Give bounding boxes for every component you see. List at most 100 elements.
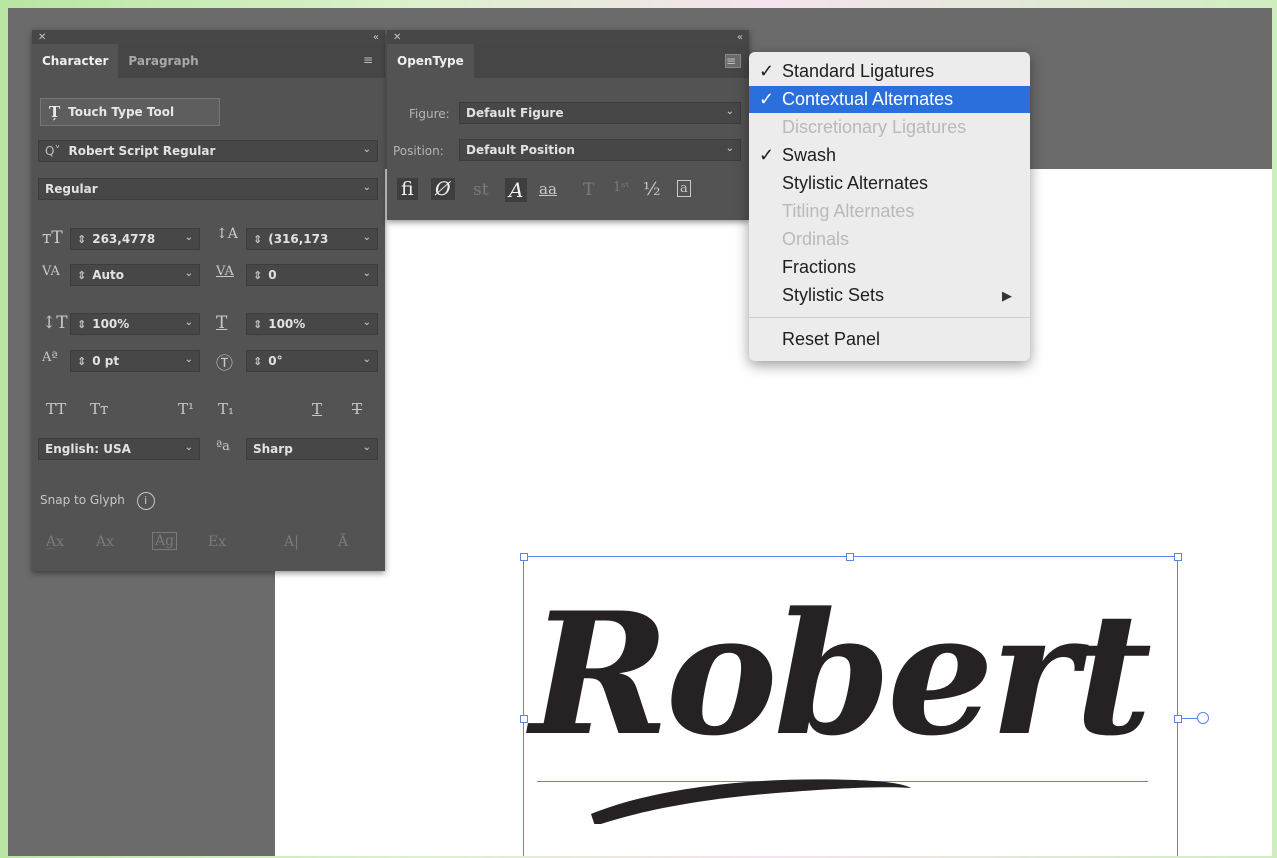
snap-icon-4[interactable]: Ex — [208, 534, 226, 550]
menu-item-stylistic-alternates[interactable]: Stylistic Alternates — [749, 170, 1030, 197]
kerning-field[interactable]: ⇕ Auto ⌄ — [70, 264, 200, 286]
info-icon[interactable]: i — [136, 492, 155, 510]
vertical-scale-field[interactable]: ⇕ 100% ⌄ — [70, 313, 200, 335]
rotation-handle[interactable] — [1197, 712, 1209, 724]
chevron-down-icon: ⌄ — [362, 268, 371, 279]
font-size-icon: тT — [42, 228, 63, 248]
chevron-down-icon: ⌄ — [725, 143, 734, 154]
tab-character[interactable]: Character — [32, 44, 119, 78]
close-icon[interactable]: ✕ — [393, 32, 401, 43]
snap-icon-2[interactable]: Ax — [96, 534, 114, 550]
snap-label-text: Snap to Glyph — [40, 493, 125, 507]
swash-button[interactable]: A — [505, 178, 528, 202]
language-value: English: USA — [45, 442, 131, 456]
tab-opentype[interactable]: OpenType — [387, 44, 474, 78]
contextual-alternates-button[interactable]: Ø — [431, 178, 455, 200]
panel-menu-icon[interactable]: ≡ — [725, 54, 741, 68]
strikethrough-icon[interactable]: T — [352, 400, 362, 418]
panel-menu-icon[interactable]: ≡ — [363, 54, 377, 66]
handle-top-right[interactable] — [1174, 553, 1182, 561]
snap-icon-6[interactable]: Ā — [338, 534, 348, 550]
menu-item-label: Fractions — [782, 257, 857, 277]
snap-to-glyph-label: Snap to Glyph i — [40, 492, 155, 510]
chevron-down-icon: ⌄ — [184, 354, 193, 365]
fractions-button[interactable]: ½ — [643, 179, 660, 200]
small-caps-icon[interactable]: Tт — [90, 400, 108, 418]
tracking-value: 0 — [268, 268, 277, 282]
menu-item-standard-ligatures[interactable]: ✓ Standard Ligatures — [749, 58, 1030, 85]
vertical-scale-value: 100% — [92, 317, 130, 331]
ordinals-button[interactable]: 1ˢᵗ — [613, 180, 629, 195]
checkmark-icon: ✓ — [759, 89, 775, 109]
discretionary-ligatures-button[interactable]: st — [473, 180, 489, 200]
menu-item-reset-panel[interactable]: Reset Panel — [749, 326, 1030, 353]
horizontal-scale-icon: T — [216, 313, 228, 333]
menu-item-stylistic-sets[interactable]: Stylistic Sets ▶ — [749, 282, 1030, 309]
font-family-select[interactable]: Q˅ Robert Script Regular ⌄ — [38, 140, 378, 162]
touch-type-button[interactable]: Ț Touch Type Tool — [40, 98, 220, 126]
leading-icon: ↕A — [216, 226, 238, 242]
handle-top-left[interactable] — [520, 553, 528, 561]
character-panel: ✕ « Character Paragraph ≡ Ț Touch Type T… — [32, 30, 385, 571]
stepper-icon: ⇕ — [77, 354, 87, 368]
stepper-icon: ⇕ — [253, 354, 263, 368]
bbox-left — [523, 556, 524, 856]
chevron-down-icon: ⌄ — [184, 317, 193, 328]
stepper-icon: ⇕ — [253, 317, 263, 331]
menu-item-label: Reset Panel — [782, 329, 881, 349]
antialias-select[interactable]: Sharp ⌄ — [246, 438, 378, 460]
chevron-down-icon: ⌄ — [362, 144, 371, 155]
tracking-icon: VA — [216, 264, 234, 279]
menu-item-titling-alternates: Titling Alternates — [749, 198, 1030, 225]
font-style-select[interactable]: Regular ⌄ — [38, 178, 378, 200]
subscript-icon[interactable]: T₁ — [218, 400, 234, 418]
handle-mid-right[interactable] — [1174, 715, 1182, 723]
menu-item-label: Contextual Alternates — [782, 89, 954, 109]
menu-item-label: Ordinals — [782, 229, 850, 249]
handle-mid-left[interactable] — [520, 715, 528, 723]
figure-select[interactable]: Default Figure ⌄ — [459, 102, 741, 124]
collapse-icon[interactable]: « — [373, 32, 379, 43]
menu-item-fractions[interactable]: Fractions — [749, 254, 1030, 281]
collapse-icon[interactable]: « — [737, 32, 743, 43]
chevron-down-icon: ⌄ — [362, 182, 371, 193]
tracking-field[interactable]: ⇕ 0 ⌄ — [246, 264, 378, 286]
superscript-icon[interactable]: T¹ — [178, 400, 194, 418]
standard-ligatures-button[interactable]: ﬁ — [397, 178, 418, 200]
font-size-value: 263,4778 — [92, 232, 156, 246]
character-tabs: Character Paragraph ≡ — [32, 44, 385, 78]
text-object[interactable]: Robert — [530, 579, 1152, 769]
language-select[interactable]: English: USA ⌄ — [38, 438, 200, 460]
stylistic-sets-button[interactable]: a — [677, 180, 691, 197]
all-caps-icon[interactable]: TT — [46, 400, 66, 418]
stylistic-alternates-button[interactable]: aa — [539, 180, 557, 198]
font-size-field[interactable]: ⇕ 263,4778 ⌄ — [70, 228, 200, 250]
menu-item-swash[interactable]: ✓ Swash — [749, 142, 1030, 169]
kerning-icon: VA — [42, 264, 60, 279]
baseline-shift-field[interactable]: ⇕ 0 pt ⌄ — [70, 350, 200, 372]
position-select[interactable]: Default Position ⌄ — [459, 139, 741, 161]
horizontal-scale-field[interactable]: ⇕ 100% ⌄ — [246, 313, 378, 335]
panel-titlebar: ✕ « — [387, 30, 749, 44]
menu-item-label: Standard Ligatures — [782, 61, 935, 81]
close-icon[interactable]: ✕ — [38, 32, 46, 43]
search-icon: Q˅ — [45, 144, 61, 158]
menu-item-label: Titling Alternates — [782, 201, 915, 221]
figure-label: Figure: — [409, 107, 450, 121]
snap-icon-1[interactable]: A̲x — [46, 534, 64, 550]
font-style-value: Regular — [45, 182, 98, 196]
handle-top-mid[interactable] — [846, 553, 854, 561]
chevron-down-icon: ⌄ — [362, 232, 371, 243]
titling-alternates-button[interactable]: T — [583, 180, 594, 200]
figure-value: Default Figure — [466, 106, 564, 120]
snap-icon-3[interactable]: Ag — [152, 532, 178, 550]
menu-item-label: Swash — [782, 145, 837, 165]
underline-icon[interactable]: T — [312, 400, 322, 418]
baseline-shift-value: 0 pt — [92, 354, 120, 368]
tab-paragraph[interactable]: Paragraph — [118, 44, 208, 78]
vertical-scale-icon: ↕T — [42, 313, 68, 333]
snap-icon-5[interactable]: A| — [284, 534, 299, 550]
character-rotation-field[interactable]: ⇕ 0° ⌄ — [246, 350, 378, 372]
menu-item-contextual-alternates[interactable]: ✓ Contextual Alternates — [749, 86, 1030, 113]
leading-field[interactable]: ⇕ (316,173 ⌄ — [246, 228, 378, 250]
